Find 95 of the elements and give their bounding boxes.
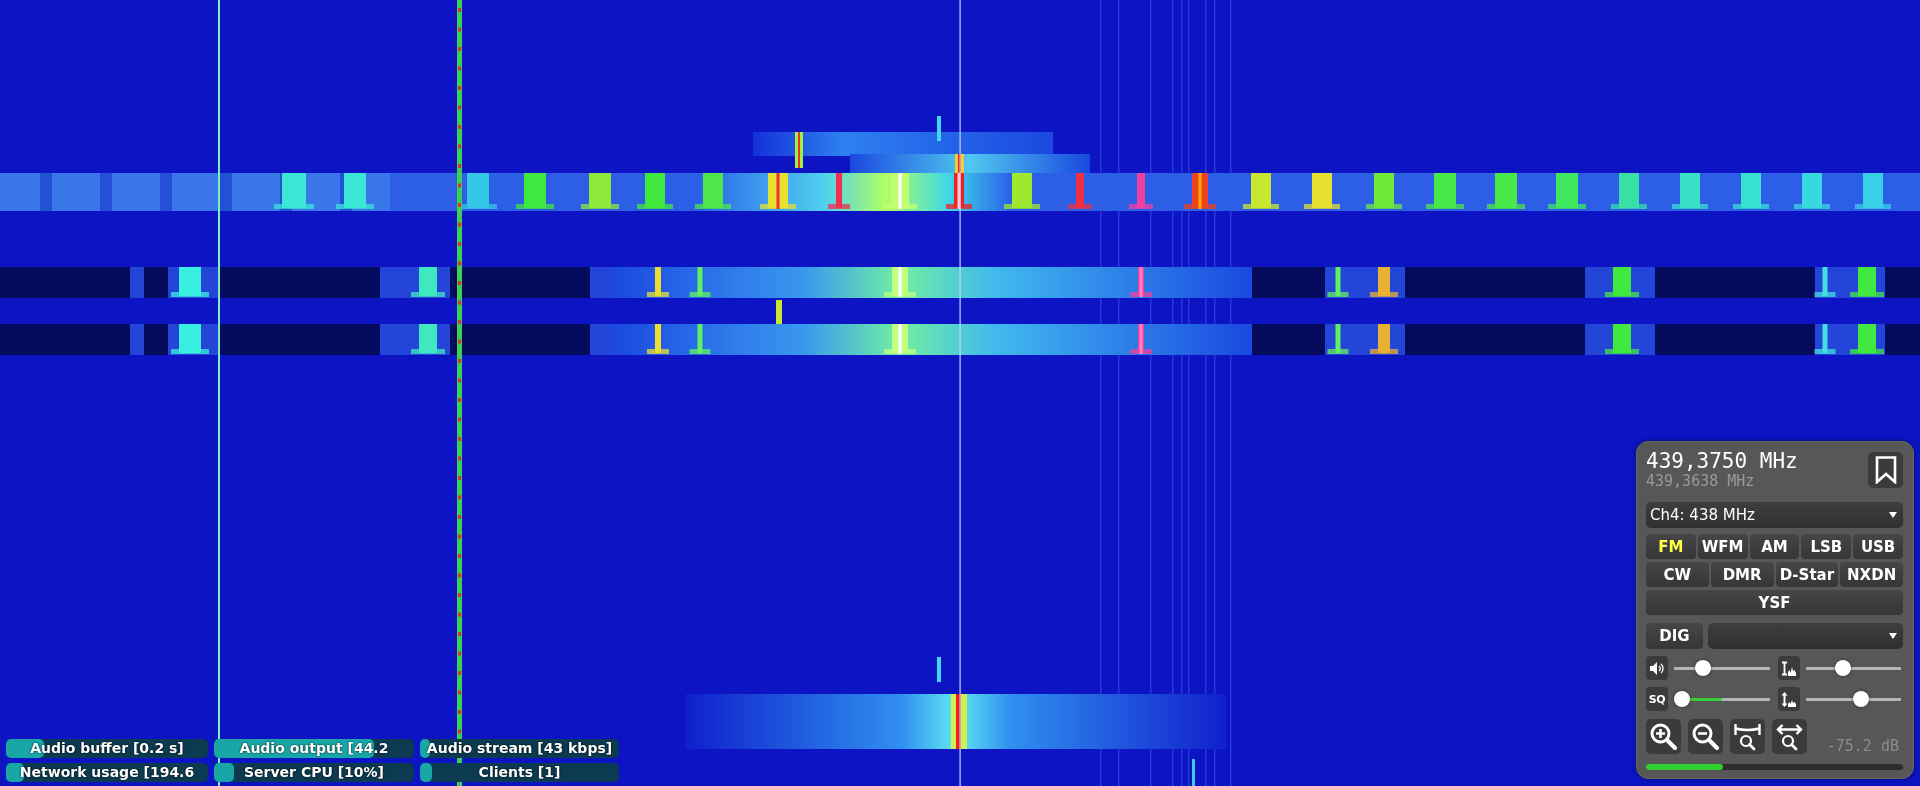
arrow-magnifier-icon: [1776, 722, 1803, 751]
signal-burst: [1304, 173, 1340, 209]
signal-burst: [171, 324, 209, 354]
zoom-out-button[interactable]: [1688, 719, 1723, 754]
bookmark-button[interactable]: [1868, 452, 1903, 488]
status-meter-label: Clients [1]: [478, 764, 561, 781]
signal-burst: [637, 173, 673, 209]
signal-burst: [1327, 324, 1349, 354]
slider-thumb[interactable]: [1853, 691, 1870, 707]
digital-button[interactable]: DIG: [1646, 623, 1703, 649]
signal-burst: [1850, 324, 1884, 354]
signal-burst: [1426, 173, 1464, 209]
signal-burst: [581, 173, 619, 209]
mode-button[interactable]: NXDN: [1840, 562, 1903, 587]
status-meter-label: Network usage [194.6: [19, 764, 195, 781]
signal-burst: [828, 173, 850, 209]
signal-burst: [884, 324, 916, 354]
signal-burst: [776, 300, 782, 324]
auto-adjust-button[interactable]: [1777, 687, 1800, 711]
squelch-button[interactable]: SQ: [1646, 687, 1668, 711]
signal-burst: [336, 173, 374, 209]
signal-burst: [411, 267, 445, 297]
signal-burst: [1370, 324, 1398, 354]
signal-burst: [1366, 173, 1402, 209]
zoom-range-button[interactable]: [1730, 719, 1765, 754]
mode-button[interactable]: USB: [1853, 534, 1903, 559]
signal-tick: [937, 116, 941, 141]
mode-button[interactable]: LSB: [1801, 534, 1852, 559]
signal-burst: [171, 267, 209, 297]
signal-tick: [1192, 759, 1195, 786]
signal-burst: [1733, 173, 1769, 209]
signal-burst: [1130, 267, 1152, 297]
mode-button[interactable]: YSF: [1646, 590, 1903, 615]
signal-burst: [1605, 267, 1639, 297]
signal-burst: [1850, 267, 1884, 297]
signal-burst: [1004, 173, 1040, 209]
mode-button[interactable]: AM: [1749, 534, 1800, 559]
beam-spectrum-icon: [1781, 660, 1796, 676]
status-meter-label: Audio output [44.2: [239, 740, 389, 757]
mode-button[interactable]: D-Star: [1775, 562, 1839, 587]
signal-burst: [883, 173, 917, 209]
mode-button[interactable]: DMR: [1710, 562, 1774, 587]
offset-frequency: 439,3638 MHz: [1646, 473, 1756, 489]
signal-burst: [695, 173, 731, 209]
signal-burst: [1487, 173, 1525, 209]
zoom-in-icon: [1650, 723, 1677, 750]
signal-burst: [689, 267, 711, 297]
channel-select[interactable]: Ch4: 438 MHz: [1646, 502, 1903, 528]
signal-burst: [1814, 324, 1836, 354]
signal-burst: [1243, 173, 1279, 209]
arrow-spectrum-icon: [1781, 691, 1796, 707]
signal-burst: [1129, 173, 1153, 209]
status-meter-label: Server CPU [10%]: [244, 764, 384, 781]
slider-thumb[interactable]: [1695, 660, 1712, 676]
bracket-magnifier-icon: [1734, 722, 1761, 751]
zoom-in-button[interactable]: [1646, 719, 1681, 754]
signal-burst: [760, 173, 796, 209]
bookmark-icon: [1874, 456, 1897, 484]
signal-burst: [689, 324, 711, 354]
signal-tick: [937, 657, 941, 682]
mode-button[interactable]: FM: [1646, 534, 1696, 559]
signal-burst: [1794, 173, 1830, 209]
mode-button[interactable]: WFM: [1697, 534, 1748, 559]
volume-button[interactable]: [1646, 656, 1668, 680]
signal-burst: [1548, 173, 1586, 209]
frequency-display[interactable]: 439,3750 MHz: [1646, 449, 1798, 473]
slider-thumb[interactable]: [1834, 660, 1851, 676]
slider-thumb[interactable]: [1674, 691, 1690, 707]
signal-burst: [1814, 267, 1836, 297]
caret-icon: [1889, 512, 1897, 518]
status-meter-label: Audio stream [43 kbps]: [426, 740, 613, 757]
range-button[interactable]: [1777, 656, 1800, 680]
signal-burst: [1184, 173, 1216, 209]
status-meter-label: Audio buffer [0.2 s]: [30, 740, 184, 757]
signal-burst: [1855, 173, 1891, 209]
signal-burst: [411, 324, 445, 354]
zoom-out-icon: [1692, 723, 1719, 750]
signal-burst: [884, 267, 916, 297]
zoom-full-button[interactable]: [1772, 719, 1807, 754]
signal-burst: [1068, 173, 1092, 209]
signal-burst: [1611, 173, 1647, 209]
mode-button[interactable]: CW: [1646, 562, 1709, 587]
signal-burst: [1130, 324, 1152, 354]
signal-burst: [1327, 267, 1349, 297]
signal-burst: [647, 324, 669, 354]
caret-icon: [1889, 633, 1897, 639]
signal-burst: [274, 173, 314, 209]
signal-burst: [1370, 267, 1398, 297]
speaker-icon: [1649, 660, 1665, 676]
signal-burst: [1605, 324, 1639, 354]
signal-burst: [1672, 173, 1708, 209]
signal-burst: [647, 267, 669, 297]
signal-burst: [516, 173, 554, 209]
signal-burst: [951, 694, 967, 749]
signal-burst: [795, 132, 803, 168]
